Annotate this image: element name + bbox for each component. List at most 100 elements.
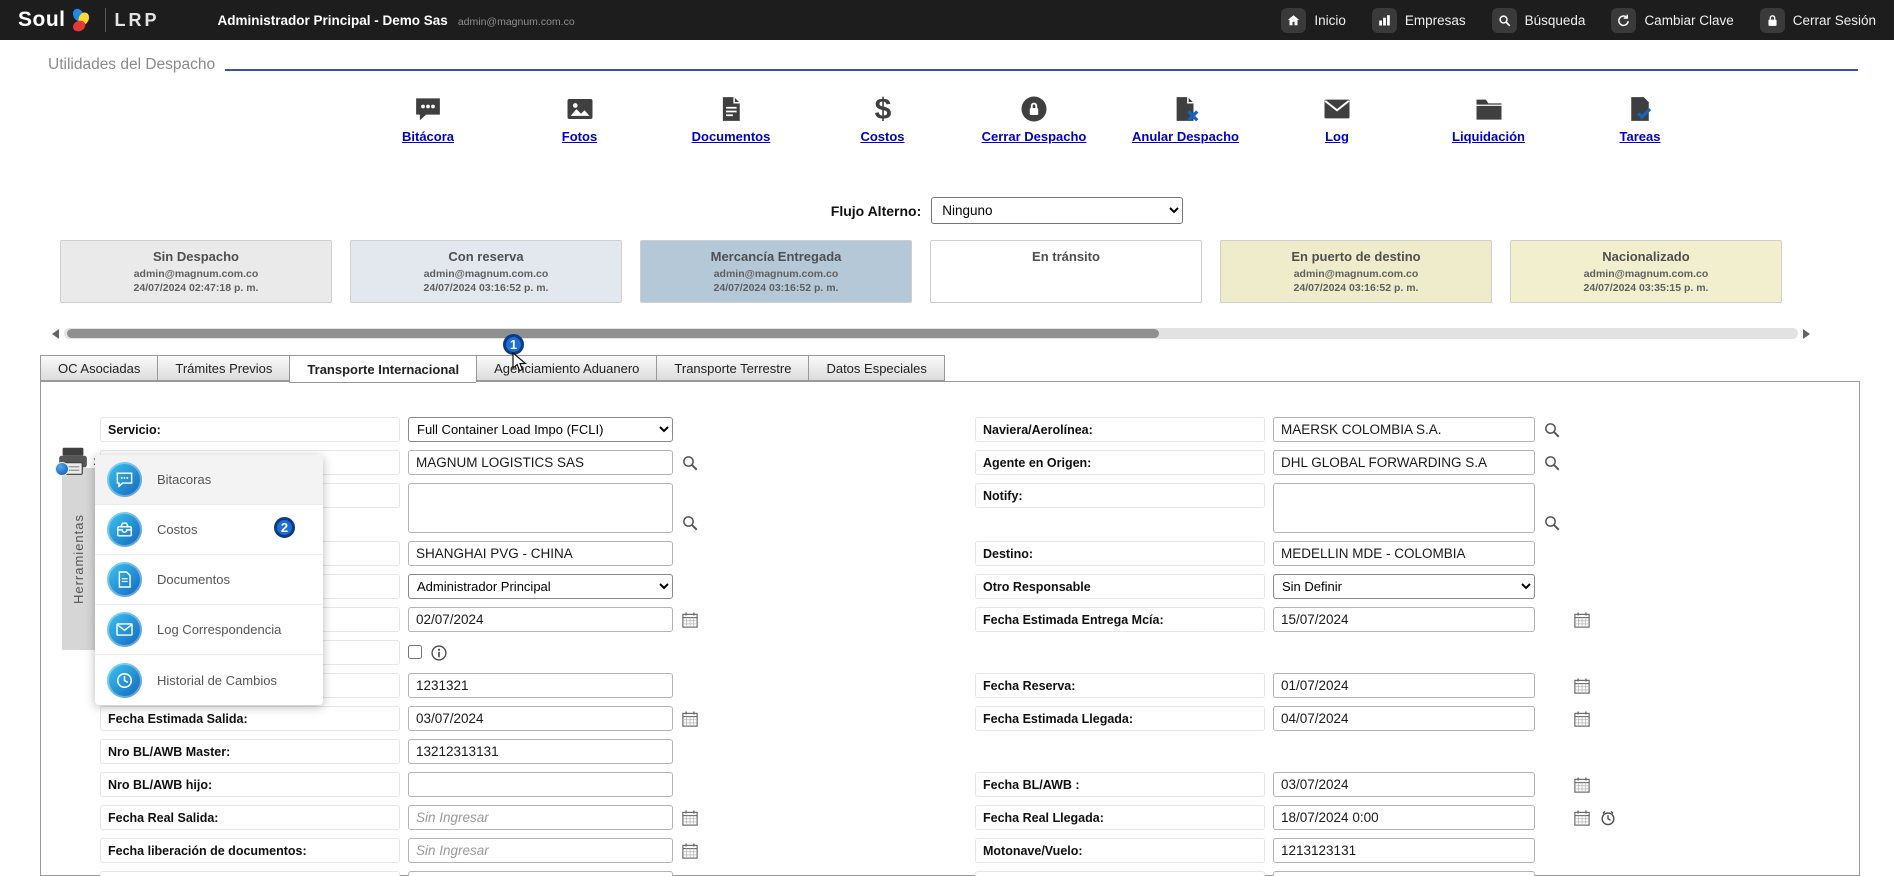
brand-divider [105,8,106,32]
search-icon[interactable] [1543,450,1561,475]
checkbox-field[interactable] [408,645,422,659]
document-icon [716,92,746,124]
toolbar-fotos[interactable]: Fotos [520,92,640,144]
timeline-card-en-transito[interactable]: En tránsito [930,240,1202,303]
scrollbar-thumb[interactable] [67,329,1159,338]
form-row: Naviera/Aerolínea: [975,417,1617,442]
scroll-left-arrow[interactable] [52,329,59,339]
toolbar-costos[interactable]: $ Costos [823,92,943,144]
alarm-clock-icon[interactable] [1599,805,1617,830]
calendar-icon[interactable] [1573,706,1591,731]
dollar-icon: $ [868,92,898,124]
tools-menu-documentos[interactable]: Documentos [95,555,323,605]
calendar-icon[interactable] [1573,673,1591,698]
form-row: Otro ResponsableSin Definir [975,574,1617,599]
select-field[interactable]: Full Container Load Impo (FCLI) [408,417,673,442]
input-field[interactable] [1273,706,1535,731]
form-row: Fecha Estimada Llegada: [975,706,1617,731]
toolbar-cerrar-despacho[interactable]: Cerrar Despacho [974,92,1094,144]
input-field[interactable] [1273,607,1535,632]
calendar-icon[interactable] [681,805,699,830]
input-field[interactable] [408,706,673,731]
tab-transporte-terrestre[interactable]: Transporte Terrestre [656,355,808,381]
input-field[interactable] [408,673,673,698]
input-field[interactable] [1273,450,1535,475]
input-field[interactable] [1273,838,1535,863]
input-field[interactable] [408,607,673,632]
input-field[interactable] [1273,805,1535,830]
scroll-right-arrow[interactable] [1803,329,1810,339]
input-field[interactable] [408,450,673,475]
timeline-card-en-puerto-de-destino[interactable]: En puerto de destinoadmin@magnum.com.co2… [1220,240,1492,303]
topnav: Inicio Empresas Búsqueda Cambiar Clave Cerra… [1281,8,1876,33]
topnav-item-label: Búsqueda [1525,13,1586,28]
tools-menu-historial-de-cambios[interactable]: Historial de Cambios [95,655,323,705]
input-field[interactable] [1273,541,1535,566]
tools-menu-log-correspondencia[interactable]: Log Correspondencia [95,605,323,655]
input-field[interactable] [1273,871,1535,876]
select-field[interactable]: Sin Definir [1273,574,1535,599]
timeline-card-mercancia-entregada[interactable]: Mercancía Entregadaadmin@magnum.com.co24… [640,240,912,303]
tools-menu-bitacoras[interactable]: Bitacoras [95,455,323,505]
input-field[interactable] [1273,417,1535,442]
topnav-item-cerrar-sesion[interactable]: Cerrar Sesión [1760,8,1876,33]
topnav-item-inicio[interactable]: Inicio [1281,8,1346,33]
search-icon[interactable] [1543,417,1561,442]
tab-transporte-internacional[interactable]: Transporte Internacional [289,355,476,383]
input-field[interactable] [408,772,673,797]
tools-launcher[interactable]: › [56,446,99,476]
timeline-card-user: admin@magnum.com.co [1511,267,1781,281]
calendar-icon[interactable] [681,706,699,731]
input-field[interactable] [408,805,673,830]
toolbar-liquidacion[interactable]: Liquidación [1429,92,1549,144]
input-field[interactable] [408,871,673,876]
toolbar-log[interactable]: Log [1277,92,1397,144]
tab-tramites-previos[interactable]: Trámites Previos [157,355,289,381]
timeline-card-date: 24/07/2024 02:47:18 p. m. [61,281,331,295]
topnav-item-busqueda[interactable]: Búsqueda [1492,8,1586,33]
select-field[interactable]: Administrador Principal [408,574,673,599]
search-icon[interactable] [681,450,699,475]
timeline-card-nacionalizado[interactable]: Nacionalizadoadmin@magnum.com.co24/07/20… [1510,240,1782,303]
input-field[interactable] [1273,673,1535,698]
tools-menu-label: Historial de Cambios [157,673,277,688]
calendar-icon[interactable] [681,838,699,863]
tab-oc-asociadas[interactable]: OC Asociadas [40,355,157,381]
input-field[interactable] [408,838,673,863]
search-icon[interactable] [681,514,699,532]
scrollbar-track[interactable] [64,328,1798,339]
photos-icon [565,92,595,124]
textarea-field[interactable] [1273,483,1535,533]
textarea-field[interactable] [408,483,673,533]
calendar-icon[interactable] [1573,772,1591,797]
tab-agenciamiento-aduanero[interactable]: Agenciamiento Aduanero [476,355,656,381]
flujo-alterno-select[interactable]: Ninguno [931,197,1183,224]
timeline-card-sin-despacho[interactable]: Sin Despachoadmin@magnum.com.co24/07/202… [60,240,332,303]
timeline-card-con-reserva[interactable]: Con reservaadmin@magnum.com.co24/07/2024… [350,240,622,303]
calendar-icon[interactable] [1573,805,1591,830]
timeline-card-date: 24/07/2024 03:16:52 p. m. [351,281,621,295]
costs-box-icon [107,512,142,547]
timeline-scrollbar[interactable] [52,327,1810,340]
form-row: Nro BL/AWB Master: [100,739,699,764]
input-field[interactable] [408,739,673,764]
toolbar-label: Costos [860,129,904,144]
toolbar-anular-despacho[interactable]: Anular Despacho [1126,92,1246,144]
toolbar-bitacora[interactable]: Bitácora [368,92,488,144]
input-field[interactable] [1273,772,1535,797]
topnav-item-empresas[interactable]: Empresas [1372,8,1466,33]
svg-text:$: $ [874,94,891,124]
toolbar-label: Documentos [692,129,771,144]
search-icon[interactable] [1543,514,1561,532]
toolbar-documentos[interactable]: Documentos [671,92,791,144]
calendar-icon[interactable] [681,607,699,632]
input-field[interactable] [408,541,673,566]
brand[interactable]: Soul LRP [18,7,160,34]
herramientas-strip[interactable]: Herramientas [62,468,95,650]
topnav-item-cambiar-clave[interactable]: Cambiar Clave [1611,8,1733,33]
app-root: Soul LRP Administrador Principal - Demo … [0,0,1894,876]
calendar-icon[interactable] [1573,607,1591,632]
form-row: F. Recepción Docs Originales: [100,871,699,876]
toolbar-tareas[interactable]: Tareas [1580,92,1700,144]
tab-datos-especiales[interactable]: Datos Especiales [808,355,944,381]
